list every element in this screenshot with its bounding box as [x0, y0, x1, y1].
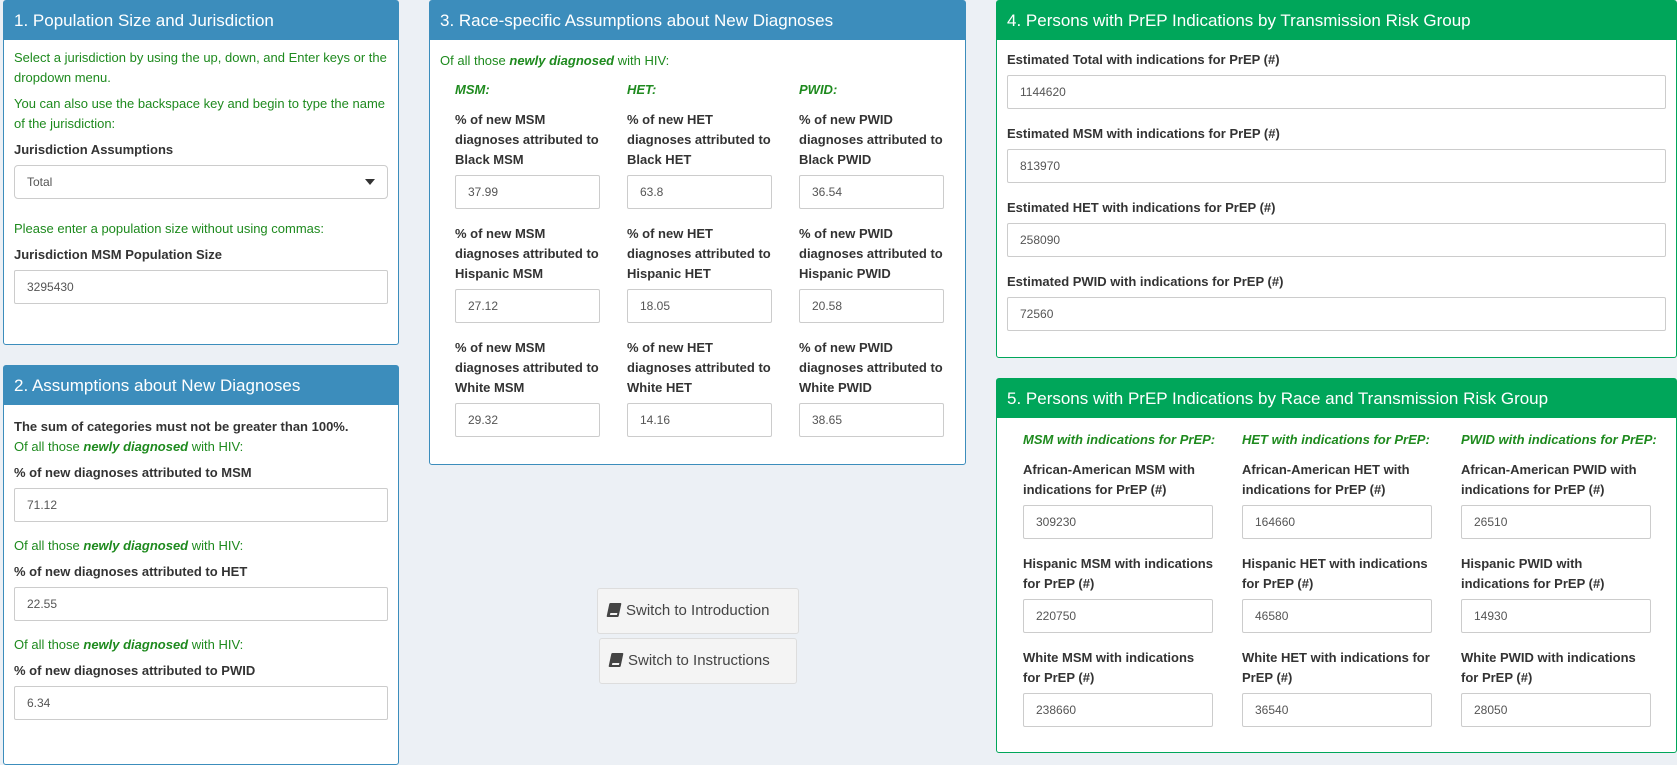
msm-prep-label: Estimated MSM with indications for PrEP …: [1007, 126, 1280, 141]
african-american-pwid-output[interactable]: 26510: [1461, 505, 1651, 539]
het-prep-column-heading: HET with indications for PrEP:: [1242, 432, 1430, 447]
panel-title: 1. Population Size and Jurisdiction: [4, 1, 398, 40]
panel-title: 5. Persons with PrEP Indications by Race…: [997, 379, 1676, 418]
msm-diagnoses-input[interactable]: 71.12: [14, 488, 388, 522]
black-msm-input[interactable]: 37.99: [455, 175, 600, 209]
population-size-input[interactable]: 3295430: [14, 270, 388, 304]
new-diagnoses-panel: 2. Assumptions about New Diagnoses The s…: [3, 365, 399, 765]
white-het-label: % of new HET diagnoses attributed to Whi…: [627, 340, 771, 395]
white-pwid-label: % of new PWID diagnoses attributed to Wh…: [799, 340, 943, 395]
pwid-prep-output[interactable]: 72560: [1007, 297, 1666, 331]
black-het-input[interactable]: 63.8: [627, 175, 772, 209]
pwid-prep-column-heading: PWID with indications for PrEP:: [1461, 432, 1657, 447]
hispanic-pwid-prep-label: Hispanic PWID with indications for PrEP …: [1461, 556, 1605, 591]
black-msm-label: % of new MSM diagnoses attributed to Bla…: [455, 112, 599, 167]
sum-warning: The sum of categories must not be greate…: [14, 419, 349, 434]
hispanic-het-label: % of new HET diagnoses attributed to His…: [627, 226, 771, 281]
panel-title: 4. Persons with PrEP Indications by Tran…: [997, 1, 1676, 40]
switch-to-instructions-button[interactable]: Switch to Instructions: [599, 638, 797, 684]
african-american-msm-output[interactable]: 309230: [1023, 505, 1213, 539]
prep-indications-by-race-panel: 5. Persons with PrEP Indications by Race…: [996, 378, 1677, 753]
book-icon: [606, 603, 622, 617]
black-het-label: % of new HET diagnoses attributed to Bla…: [627, 112, 771, 167]
white-pwid-prep-output[interactable]: 28050: [1461, 693, 1651, 727]
hispanic-het-prep-output[interactable]: 46580: [1242, 599, 1432, 633]
pwid-diagnoses-input[interactable]: 6.34: [14, 686, 388, 720]
hispanic-pwid-prep-output[interactable]: 14930: [1461, 599, 1651, 633]
newly-diagnosed-note: Of all those newly diagnosed with HIV:: [14, 439, 244, 454]
black-pwid-label: % of new PWID diagnoses attributed to Bl…: [799, 112, 943, 167]
msm-column-heading: MSM:: [455, 82, 490, 97]
caret-down-icon[interactable]: [365, 179, 375, 185]
black-pwid-input[interactable]: 36.54: [799, 175, 944, 209]
white-msm-prep-output[interactable]: 238660: [1023, 693, 1213, 727]
white-msm-prep-label: White MSM with indications for PrEP (#): [1023, 650, 1195, 685]
pwid-diagnoses-label: % of new diagnoses attributed to PWID: [14, 663, 256, 678]
introduction-button-label: Switch to Introduction: [626, 602, 770, 619]
hispanic-het-prep-label: Hispanic HET with indications for PrEP (…: [1242, 556, 1428, 591]
jurisdiction-typing-instructions: You can also use the backspace key and b…: [14, 96, 386, 131]
jurisdiction-instructions: Select a jurisdiction by using the up, d…: [14, 50, 387, 85]
white-het-prep-output[interactable]: 36540: [1242, 693, 1432, 727]
jurisdiction-select[interactable]: Total: [14, 165, 388, 199]
african-american-het-label: African-American HET with indications fo…: [1242, 462, 1410, 497]
pwid-column-heading: PWID:: [799, 82, 838, 97]
hispanic-pwid-label: % of new PWID diagnoses attributed to Hi…: [799, 226, 943, 281]
het-column-heading: HET:: [627, 82, 657, 97]
panel-title: 3. Race-specific Assumptions about New D…: [430, 1, 965, 40]
white-het-prep-label: White HET with indications for PrEP (#): [1242, 650, 1430, 685]
population-label: Jurisdiction MSM Population Size: [14, 247, 223, 262]
switch-to-introduction-button[interactable]: Switch to Introduction: [597, 588, 799, 634]
white-pwid-prep-label: White PWID with indications for PrEP (#): [1461, 650, 1636, 685]
population-instructions: Please enter a population size without u…: [14, 221, 325, 236]
msm-prep-output[interactable]: 813970: [1007, 149, 1666, 183]
white-msm-input[interactable]: 29.32: [455, 403, 600, 437]
white-pwid-input[interactable]: 38.65: [799, 403, 944, 437]
hispanic-msm-label: % of new MSM diagnoses attributed to His…: [455, 226, 599, 281]
population-jurisdiction-panel: 1. Population Size and Jurisdiction Sele…: [3, 0, 399, 345]
african-american-pwid-label: African-American PWID with indications f…: [1461, 462, 1637, 497]
race-specific-diagnoses-panel: 3. Race-specific Assumptions about New D…: [429, 0, 966, 465]
msm-diagnoses-label: % of new diagnoses attributed to MSM: [14, 465, 252, 480]
het-diagnoses-label: % of new diagnoses attributed to HET: [14, 564, 248, 579]
msm-prep-column-heading: MSM with indications for PrEP:: [1023, 432, 1216, 447]
jurisdiction-label: Jurisdiction Assumptions: [14, 142, 174, 157]
jurisdiction-selected-value: Total: [27, 175, 53, 189]
book-icon: [608, 653, 624, 667]
newly-diagnosed-note: Of all those newly diagnosed with HIV:: [14, 538, 244, 553]
white-msm-label: % of new MSM diagnoses attributed to Whi…: [455, 340, 599, 395]
pwid-prep-label: Estimated PWID with indications for PrEP…: [1007, 274, 1284, 289]
hispanic-het-input[interactable]: 18.05: [627, 289, 772, 323]
newly-diagnosed-note: Of all those newly diagnosed with HIV:: [440, 53, 670, 68]
het-prep-output[interactable]: 258090: [1007, 223, 1666, 257]
total-prep-output[interactable]: 1144620: [1007, 75, 1666, 109]
white-het-input[interactable]: 14.16: [627, 403, 772, 437]
instructions-button-label: Switch to Instructions: [628, 652, 770, 669]
total-prep-label: Estimated Total with indications for PrE…: [1007, 52, 1280, 67]
panel-title: 2. Assumptions about New Diagnoses: [4, 366, 398, 405]
african-american-het-output[interactable]: 164660: [1242, 505, 1432, 539]
het-diagnoses-input[interactable]: 22.55: [14, 587, 388, 621]
prep-indications-by-risk-group-panel: 4. Persons with PrEP Indications by Tran…: [996, 0, 1677, 358]
het-prep-label: Estimated HET with indications for PrEP …: [1007, 200, 1276, 215]
hispanic-msm-input[interactable]: 27.12: [455, 289, 600, 323]
hispanic-msm-prep-output[interactable]: 220750: [1023, 599, 1213, 633]
hispanic-pwid-input[interactable]: 20.58: [799, 289, 944, 323]
newly-diagnosed-note: Of all those newly diagnosed with HIV:: [14, 637, 244, 652]
hispanic-msm-prep-label: Hispanic MSM with indications for PrEP (…: [1023, 556, 1213, 591]
african-american-msm-label: African-American MSM with indications fo…: [1023, 462, 1195, 497]
